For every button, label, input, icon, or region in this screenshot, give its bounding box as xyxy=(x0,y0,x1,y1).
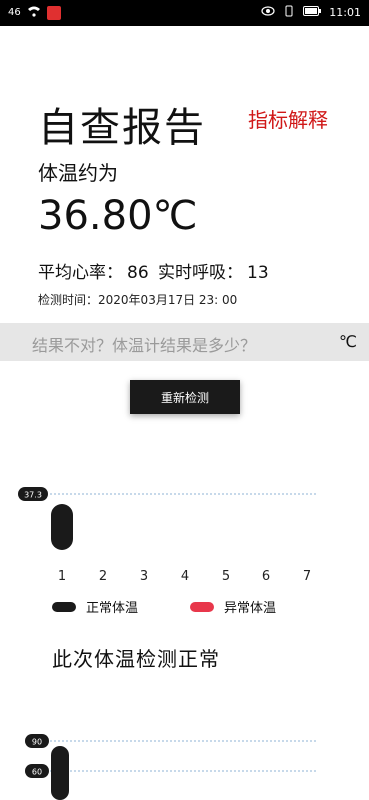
breath-value: 13 xyxy=(247,263,269,283)
indicator-explain-link[interactable]: 指标解释 xyxy=(248,104,328,133)
thermometer-input-bar[interactable]: 结果不对？体温计结果是多少？ ℃ xyxy=(0,323,369,361)
x-tick-label: 6 xyxy=(262,569,270,584)
heart-rate-value: 86 xyxy=(127,263,149,283)
reference-label-90: 90 xyxy=(32,738,42,747)
legend-abnormal-swatch xyxy=(190,601,214,612)
x-tick-label: 7 xyxy=(303,569,311,584)
heart-rate-label: 平均心率： xyxy=(38,263,123,283)
thermometer-question[interactable]: 结果不对？体温计结果是多少？ xyxy=(32,332,256,356)
x-tick-label: 2 xyxy=(99,569,107,584)
reference-label-60: 60 xyxy=(32,768,42,777)
vibrate-icon xyxy=(283,5,295,20)
battery-icon xyxy=(303,6,322,19)
test-time-value: 2020年03月17日 23: 00 xyxy=(98,293,238,307)
legend-normal-swatch xyxy=(52,601,76,612)
status-time: 11:01 xyxy=(329,6,361,19)
wifi-icon xyxy=(27,5,41,20)
x-tick-label: 3 xyxy=(140,569,148,584)
legend-abnormal-label: 异常体温 xyxy=(224,601,277,616)
page-title: 自查报告 xyxy=(38,105,206,151)
test-time: 检测时间：2020年03月17日 23: 00 xyxy=(38,291,237,308)
status-left: 46 xyxy=(8,5,61,20)
legend-normal: 正常体温 xyxy=(52,597,138,616)
test-time-label: 检测时间： xyxy=(38,293,99,307)
temp-bar-day-1 xyxy=(51,504,73,550)
breath-label: 实时呼吸： xyxy=(158,263,244,283)
x-tick-label: 1 xyxy=(58,569,66,584)
x-tick-label: 4 xyxy=(181,569,189,584)
temperature-label: 体温约为 xyxy=(38,161,118,185)
reference-label-37-3: 37.3 xyxy=(24,491,42,500)
heart-bar-day-1 xyxy=(51,746,69,800)
retest-button[interactable]: 重新检测 xyxy=(130,380,240,414)
legend-abnormal: 异常体温 xyxy=(190,597,276,616)
app-notification-icon xyxy=(46,5,61,20)
status-bar: 46 11:01 xyxy=(0,0,369,26)
unit-celsius: ℃ xyxy=(339,332,357,351)
status-right: 11:01 xyxy=(261,5,361,20)
heart-rate-chart: 90 60 xyxy=(25,734,318,800)
temperature-chart: 37.3 1 2 3 4 5 6 7 xyxy=(18,487,318,584)
signal-text: 46 xyxy=(8,7,21,18)
vitals-line: 平均心率： 86 实时呼吸： 13 xyxy=(38,258,273,283)
result-summary: 此次体温检测正常 xyxy=(52,647,220,671)
temperature-value: 36.80℃ xyxy=(38,193,198,239)
x-tick-label: 5 xyxy=(222,569,230,584)
legend-normal-label: 正常体温 xyxy=(86,601,139,616)
eye-icon xyxy=(261,6,275,19)
